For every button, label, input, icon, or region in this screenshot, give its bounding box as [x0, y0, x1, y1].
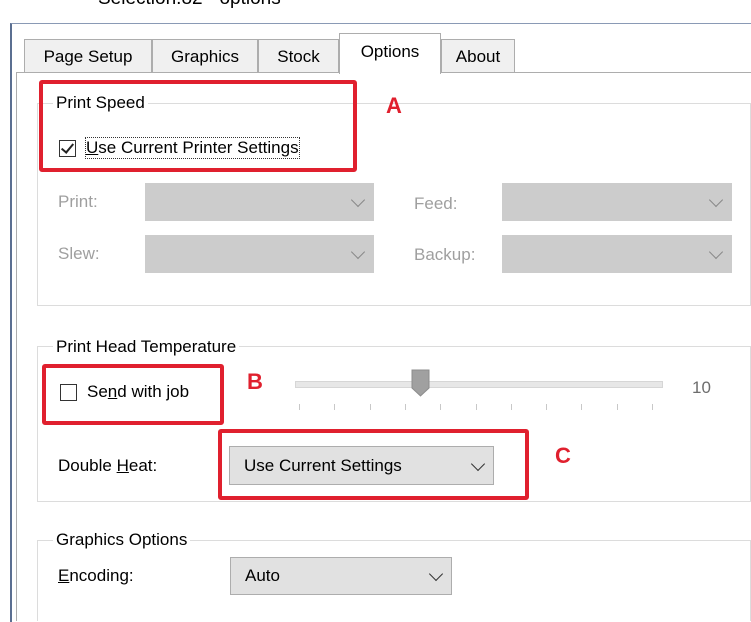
tab-about[interactable]: About: [441, 39, 515, 72]
temperature-slider-track[interactable]: [295, 381, 663, 388]
temperature-slider-thumb[interactable]: [411, 369, 430, 397]
slider-tick: [581, 404, 583, 410]
slew-speed-select[interactable]: [145, 235, 374, 273]
feed-speed-select[interactable]: [502, 183, 732, 221]
tab-label: About: [455, 47, 501, 66]
feed-label: Feed:: [414, 194, 458, 213]
chevron-down-icon: [708, 244, 724, 260]
slider-tick: [334, 404, 336, 410]
chevron-down-icon: [428, 566, 444, 582]
annotation-box-a: [39, 80, 357, 172]
annotation-label-a: A: [386, 93, 402, 118]
annotation-label-b: B: [247, 369, 263, 394]
chevron-down-icon: [350, 244, 366, 260]
print-label: Print:: [58, 192, 98, 211]
tab-graphics[interactable]: Graphics: [152, 39, 258, 72]
slider-tick: [652, 404, 653, 410]
tab-label: Stock: [277, 47, 320, 66]
temperature-value: 10: [692, 378, 711, 397]
chevron-down-icon: [350, 192, 366, 208]
tab-options[interactable]: Options: [339, 33, 441, 74]
tab-stock[interactable]: Stock: [258, 39, 339, 72]
chevron-down-icon: [708, 192, 724, 208]
encoding-select[interactable]: Auto: [230, 557, 452, 595]
slider-tick: [546, 404, 548, 410]
double-heat-label: Double Heat:: [58, 456, 158, 475]
tab-label: Graphics: [170, 47, 240, 66]
slider-tick: [440, 404, 442, 410]
graphics-options-title: Graphics Options: [53, 530, 191, 550]
slider-tick: [404, 404, 406, 410]
annotation-label-c: C: [555, 443, 571, 468]
backup-speed-select[interactable]: [502, 235, 732, 273]
print-speed-select[interactable]: [145, 183, 374, 221]
backup-label: Backup:: [414, 245, 476, 264]
annotation-box-c: [218, 429, 529, 500]
print-head-temperature-title: Print Head Temperature: [53, 337, 240, 357]
window-caption: Selection.82 - options: [98, 0, 281, 10]
slew-label: Slew:: [58, 244, 100, 263]
tab-label: Page Setup: [43, 47, 133, 66]
slider-tick: [510, 404, 512, 410]
encoding-label: Encoding:: [58, 566, 134, 585]
slider-tick: [369, 404, 371, 410]
encoding-value: Auto: [245, 566, 280, 585]
slider-tick: [616, 404, 618, 410]
slider-tick: [475, 404, 477, 410]
annotation-box-b: [42, 364, 224, 425]
tab-page-setup[interactable]: Page Setup: [24, 39, 152, 72]
tab-label: Options: [360, 42, 420, 61]
slider-tick: [299, 404, 300, 410]
